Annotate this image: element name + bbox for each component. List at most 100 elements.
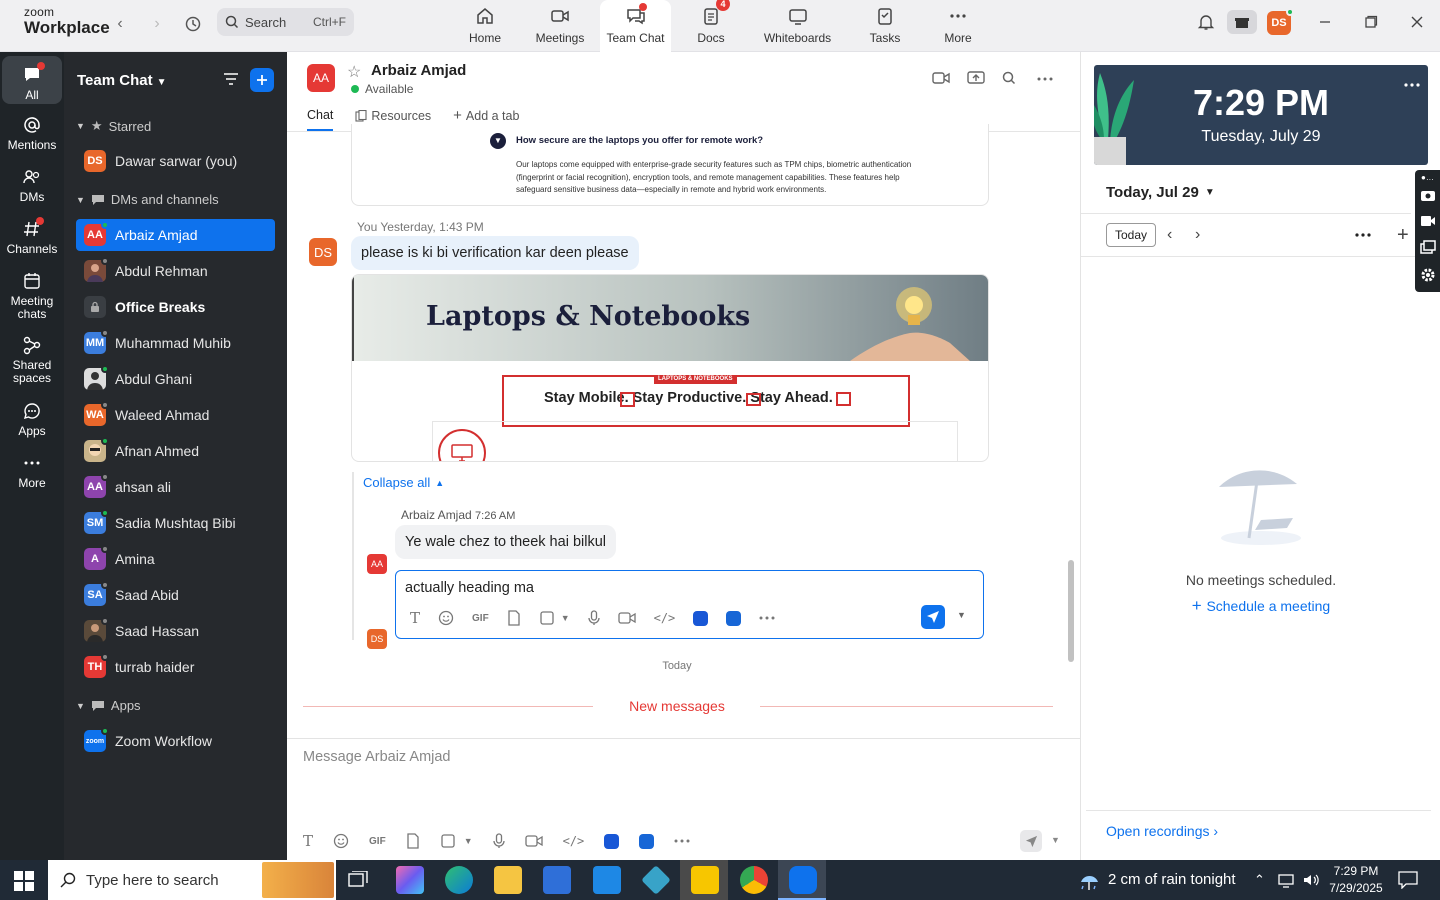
- windows-icon[interactable]: [1420, 240, 1436, 254]
- code-icon[interactable]: </>: [654, 611, 676, 625]
- message-input[interactable]: Message Arbaiz Amjad: [303, 749, 451, 765]
- taskbar-clock[interactable]: 7:29 PM 7/29/2025: [1328, 863, 1384, 897]
- copilot-icon[interactable]: [396, 866, 424, 894]
- file-icon[interactable]: [406, 833, 420, 849]
- pin-icon[interactable]: ●…: [1421, 173, 1434, 182]
- calendar-date-heading[interactable]: Today, Jul 29 ▼: [1106, 184, 1215, 201]
- search-icon[interactable]: [1002, 71, 1016, 85]
- tab-chat[interactable]: Chat: [307, 108, 334, 131]
- camera-icon[interactable]: [1420, 188, 1436, 202]
- minimize-icon[interactable]: [1310, 10, 1340, 34]
- weather-rain-icon[interactable]: [1077, 870, 1101, 892]
- open-recordings-link[interactable]: Open recordings ›: [1106, 823, 1218, 839]
- sidebar-item-sadia-mushtaq[interactable]: SM Sadia Mushtaq Bibi: [76, 507, 275, 539]
- send-button[interactable]: [921, 605, 945, 629]
- sidebar-item-dawar-sarwar[interactable]: DS Dawar sarwar (you): [76, 145, 275, 177]
- file-icon[interactable]: [507, 610, 521, 626]
- user-avatar[interactable]: DS: [1267, 8, 1294, 35]
- emoji-icon[interactable]: [438, 610, 454, 626]
- text-format-icon[interactable]: T: [410, 609, 420, 627]
- nav-whiteboards[interactable]: Whiteboards: [760, 0, 835, 52]
- rail-channels[interactable]: Channels: [2, 217, 62, 256]
- section-apps[interactable]: ▼ Apps: [76, 698, 141, 713]
- app-icon-blue-2[interactable]: [726, 610, 742, 626]
- send-options-chevron-icon[interactable]: ▼: [957, 610, 966, 620]
- app-icon-blue[interactable]: [604, 833, 620, 849]
- volume-icon[interactable]: [1302, 872, 1320, 888]
- zoom-app-icon[interactable]: [789, 866, 817, 894]
- share-screen-icon[interactable]: [967, 70, 985, 86]
- next-day-icon[interactable]: ›: [1195, 226, 1200, 244]
- gear-icon[interactable]: [1420, 267, 1436, 283]
- send-options-chevron-icon[interactable]: ▼: [1051, 835, 1060, 845]
- schedule-meeting-link[interactable]: + Schedule a meeting: [1081, 596, 1440, 616]
- prev-day-icon[interactable]: ‹: [1167, 226, 1172, 244]
- sidebar-item-saad-abid[interactable]: SA Saad Abid: [76, 579, 275, 611]
- sidebar-item-turrab-haider[interactable]: TH turrab haider: [76, 651, 275, 683]
- more-dots-icon[interactable]: [1037, 77, 1053, 81]
- app-diamond-icon[interactable]: [641, 865, 671, 895]
- video-message-icon[interactable]: [617, 611, 636, 625]
- nav-more[interactable]: More: [940, 0, 976, 52]
- image-attachment[interactable]: Laptops & Notebooks LAPTOPS & NOTEBOOKS …: [351, 274, 989, 462]
- microphone-icon[interactable]: [492, 833, 505, 849]
- team-chat-title[interactable]: Team Chat ▼: [77, 72, 166, 89]
- sidebar-item-saad-hassan[interactable]: Saad Hassan: [76, 615, 275, 647]
- microphone-icon[interactable]: [587, 610, 600, 626]
- chrome-browser-icon[interactable]: [740, 866, 768, 894]
- forward-arrow-icon[interactable]: ›: [145, 12, 169, 36]
- notifications-icon[interactable]: [1398, 871, 1418, 889]
- section-starred[interactable]: ▼ ★ Starred: [76, 118, 151, 134]
- bell-icon[interactable]: [1191, 10, 1221, 34]
- emoji-icon[interactable]: [333, 833, 349, 849]
- reply-bubble[interactable]: Ye wale chez to theek hai bilkul: [395, 525, 616, 559]
- video-call-icon[interactable]: [932, 71, 950, 85]
- chevron-up-icon[interactable]: ⌃: [1254, 872, 1265, 888]
- screenshot-icon[interactable]: ▼: [440, 833, 473, 849]
- history-icon[interactable]: [181, 12, 205, 36]
- rail-dms[interactable]: DMs: [2, 166, 62, 204]
- filter-icon[interactable]: [222, 70, 240, 88]
- section-dms-channels[interactable]: ▼ DMs and channels: [76, 192, 219, 207]
- sidebar-item-arbaiz-amjad[interactable]: AA Arbaiz Amjad: [76, 219, 275, 251]
- edge-browser-icon[interactable]: [445, 866, 473, 894]
- sidebar-item-abdul-ghani[interactable]: Abdul Ghani: [76, 363, 275, 395]
- sidebar-item-ahsan-ali[interactable]: AA ahsan ali: [76, 471, 275, 503]
- more-dots-icon[interactable]: [759, 616, 775, 620]
- reply-avatar[interactable]: AA: [367, 554, 387, 574]
- file-explorer-icon[interactable]: [494, 866, 522, 894]
- new-chat-button[interactable]: [250, 68, 274, 92]
- weather-text[interactable]: 2 cm of rain tonight: [1108, 871, 1236, 888]
- rail-apps[interactable]: Apps: [2, 400, 62, 438]
- rail-all[interactable]: All: [2, 56, 62, 104]
- more-dots-icon[interactable]: [1404, 83, 1420, 87]
- contact-avatar[interactable]: AA: [307, 64, 335, 92]
- task-view-icon[interactable]: [348, 871, 368, 889]
- star-outline-icon[interactable]: ☆: [347, 62, 361, 82]
- sidebar-item-amina[interactable]: A Amina: [76, 543, 275, 575]
- nav-tasks[interactable]: Tasks: [866, 0, 904, 52]
- rail-meeting-chats[interactable]: Meeting chats: [2, 270, 62, 321]
- my-avatar[interactable]: DS: [309, 238, 337, 266]
- more-dots-icon[interactable]: [1355, 233, 1371, 237]
- my-message-bubble[interactable]: please is ki bi verification kar deen pl…: [351, 236, 639, 270]
- close-icon[interactable]: [1402, 10, 1432, 34]
- nav-meetings[interactable]: Meetings: [530, 0, 590, 52]
- nav-home[interactable]: Home: [462, 0, 508, 52]
- back-arrow-icon[interactable]: ‹: [108, 12, 132, 36]
- chevron-down-icon[interactable]: ▼: [490, 133, 506, 149]
- reply-draft-text[interactable]: actually heading ma: [405, 580, 534, 596]
- video-icon[interactable]: [1420, 215, 1436, 227]
- gif-icon[interactable]: GIF: [369, 836, 386, 847]
- maximize-icon[interactable]: [1356, 10, 1386, 34]
- contact-name[interactable]: Arbaiz Amjad: [371, 62, 466, 79]
- gif-icon[interactable]: GIF: [472, 613, 489, 624]
- sidebar-item-abdul-rehman[interactable]: Abdul Rehman: [76, 255, 275, 287]
- today-button[interactable]: Today: [1106, 223, 1156, 247]
- mail-icon[interactable]: [593, 866, 621, 894]
- code-icon[interactable]: </>: [563, 834, 585, 848]
- video-message-icon[interactable]: [524, 834, 543, 848]
- rail-more[interactable]: More: [2, 452, 62, 490]
- sidebar-item-office-breaks[interactable]: Office Breaks: [76, 291, 275, 323]
- gift-icon[interactable]: [1227, 10, 1257, 34]
